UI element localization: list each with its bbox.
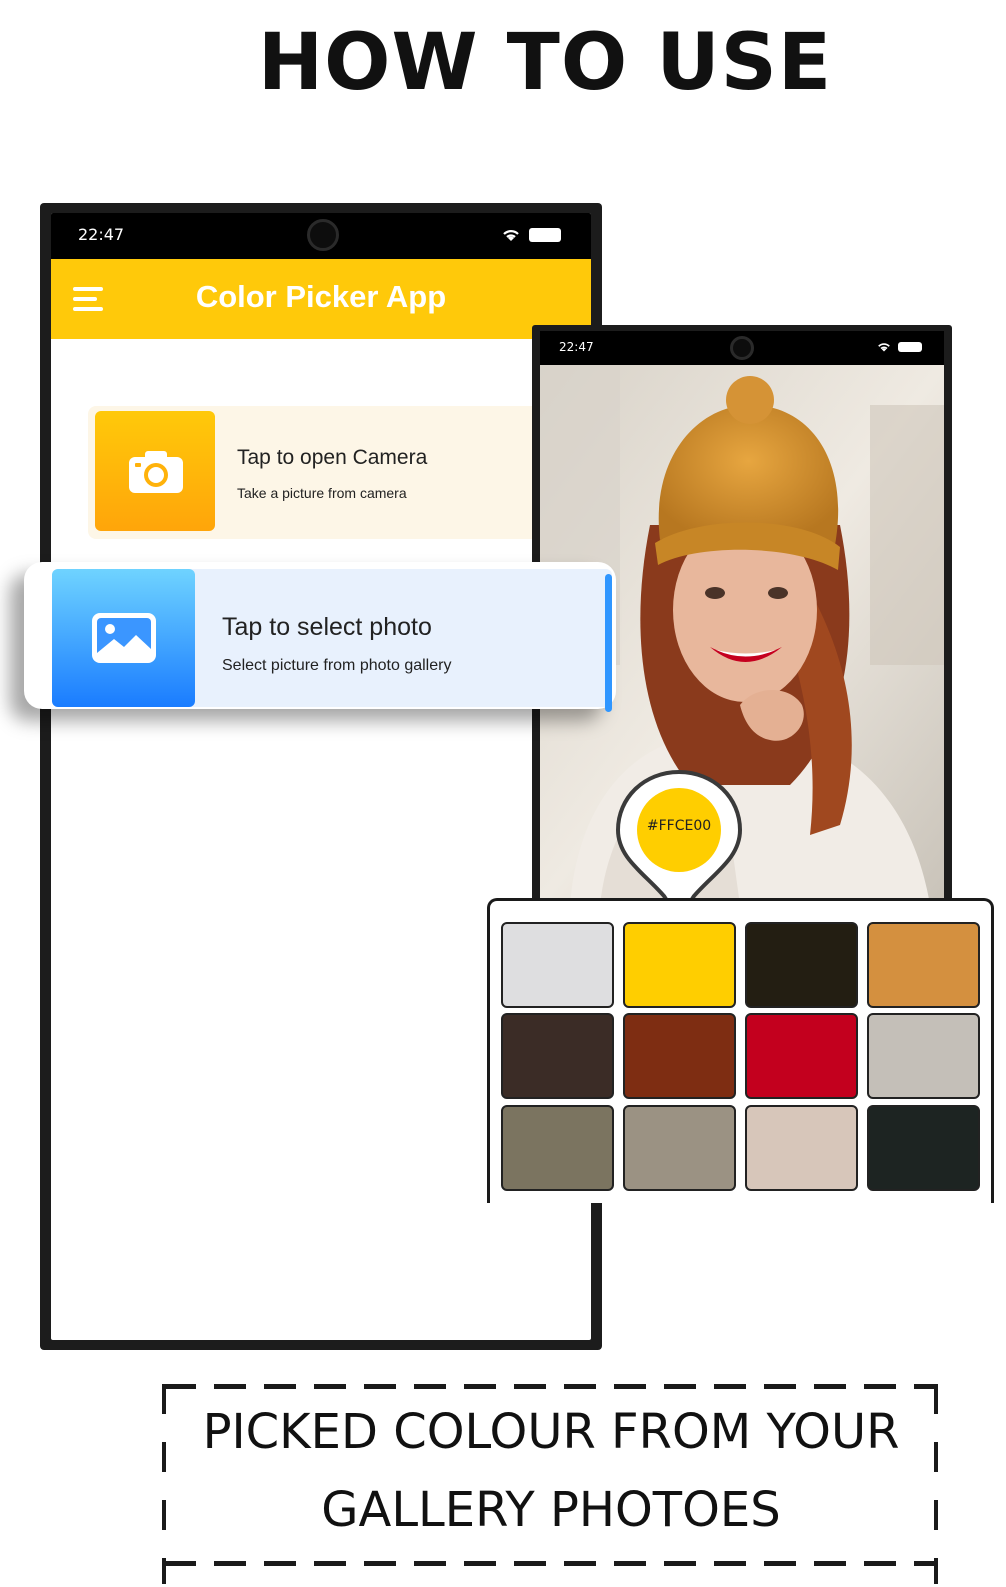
wifi-icon-2 xyxy=(878,343,890,352)
battery-icon-2 xyxy=(898,342,922,352)
picked-hex-label: #FFCE00 xyxy=(646,818,712,834)
color-palette xyxy=(487,898,994,1203)
color-swatch[interactable] xyxy=(745,922,858,1008)
status-bar-2: 22:47 xyxy=(540,331,944,365)
caption-line-2: GALLERY PHOTOES xyxy=(321,1482,781,1538)
battery-icon xyxy=(529,228,561,242)
front-camera-icon-2 xyxy=(730,336,754,360)
camera-icon xyxy=(129,451,183,493)
status-icons xyxy=(501,227,561,243)
caption-border-top xyxy=(164,1384,938,1389)
gallery-card-subtitle: Select picture from photo gallery xyxy=(222,657,452,674)
color-swatch[interactable] xyxy=(867,1013,980,1099)
color-swatch[interactable] xyxy=(501,1105,614,1191)
open-camera-card[interactable]: Tap to open Camera Take a picture from c… xyxy=(88,406,591,539)
caption-line-1: PICKED COLOUR FROM YOUR xyxy=(202,1404,900,1460)
color-swatch[interactable] xyxy=(623,922,736,1008)
gallery-tile xyxy=(52,569,195,707)
select-photo-card[interactable]: Tap to select photo Select picture from … xyxy=(24,562,616,712)
status-time-2: 22:47 xyxy=(559,340,594,354)
status-icons-2 xyxy=(876,341,922,353)
color-swatch[interactable] xyxy=(867,1105,980,1191)
headline: HOW TO USE xyxy=(257,18,833,108)
front-camera-icon xyxy=(307,219,339,251)
caption-border-bottom xyxy=(164,1561,938,1566)
status-bar: 22:47 xyxy=(51,213,591,259)
status-time: 22:47 xyxy=(78,225,125,244)
scrollbar[interactable] xyxy=(605,574,612,712)
gallery-card-title: Tap to select photo xyxy=(222,613,432,641)
wifi-icon xyxy=(503,230,519,241)
camera-tile xyxy=(95,411,215,531)
camera-card-title: Tap to open Camera xyxy=(237,446,428,469)
app-title: Color Picker App xyxy=(195,279,447,314)
select-photo-card-inner: Tap to select photo Select picture from … xyxy=(52,569,612,712)
color-swatch[interactable] xyxy=(867,922,980,1008)
color-swatch[interactable] xyxy=(745,1105,858,1191)
image-icon xyxy=(92,613,156,663)
color-swatch[interactable] xyxy=(623,1105,736,1191)
menu-icon[interactable] xyxy=(73,287,105,313)
color-swatch[interactable] xyxy=(501,1013,614,1099)
app-bar: Color Picker App xyxy=(51,259,591,339)
color-swatch[interactable] xyxy=(501,922,614,1008)
camera-card-subtitle: Take a picture from camera xyxy=(237,485,407,501)
color-swatch[interactable] xyxy=(623,1013,736,1099)
color-swatch[interactable] xyxy=(745,1013,858,1099)
